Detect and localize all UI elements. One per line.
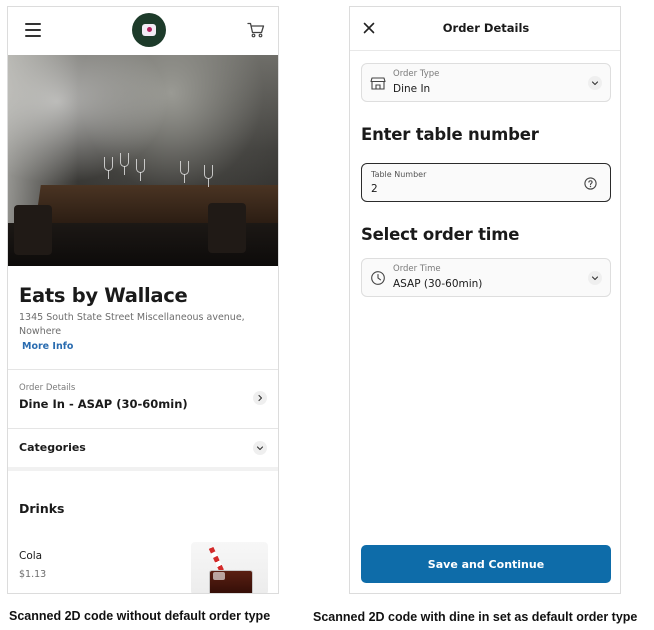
menu-screen: Eats by Wallace 1345 South State Street … — [7, 6, 279, 594]
menu-item-name[interactable]: Cola — [19, 550, 42, 562]
chevron-down-icon[interactable] — [588, 76, 602, 90]
restaurant-address: 1345 South State Street Miscellaneous av… — [19, 312, 245, 337]
order-type-label: Order Type — [393, 69, 440, 79]
table-number-label: Table Number — [371, 170, 427, 179]
order-details-row[interactable]: Order Details Dine In - ASAP (30-60min) — [8, 370, 278, 428]
section-separator — [8, 467, 278, 471]
table-number-value[interactable]: 2 — [371, 183, 378, 195]
order-details-header: Order Details — [350, 7, 620, 51]
table-number-field[interactable]: Table Number 2 — [361, 163, 611, 202]
order-details-screen: Order Details Order Type Dine In Enter t… — [349, 6, 621, 594]
table-number-heading: Enter table number — [361, 125, 539, 144]
caption-right: Scanned 2D code with dine in set as defa… — [313, 610, 638, 624]
order-time-label: Order Time — [393, 264, 441, 274]
chevron-down-icon[interactable] — [588, 271, 602, 285]
more-info-link[interactable]: More Info — [22, 341, 73, 352]
save-and-continue-button[interactable]: Save and Continue — [361, 545, 611, 583]
store-icon — [370, 77, 386, 90]
page-title: Order Details — [442, 21, 530, 35]
order-type-value: Dine In — [393, 83, 431, 95]
help-icon[interactable] — [584, 177, 597, 190]
restaurant-logo[interactable] — [132, 13, 166, 47]
order-details-value: Dine In - ASAP (30-60min) — [19, 397, 188, 411]
categories-label: Categories — [19, 441, 86, 454]
categories-dropdown[interactable]: Categories — [8, 429, 278, 467]
top-bar — [8, 7, 278, 55]
category-heading: Drinks — [19, 501, 65, 516]
order-time-heading: Select order time — [361, 225, 520, 244]
order-details-label: Order Details — [19, 383, 76, 393]
chevron-down-icon[interactable] — [253, 441, 267, 455]
order-time-select[interactable]: Order Time ASAP (30-60min) — [361, 258, 611, 297]
order-type-select[interactable]: Order Type Dine In — [361, 63, 611, 102]
chevron-right-icon[interactable] — [253, 391, 267, 405]
hamburger-menu-icon[interactable] — [25, 23, 41, 37]
restaurant-hero-image — [8, 55, 278, 266]
shopping-cart-icon[interactable] — [247, 22, 265, 38]
caption-left: Scanned 2D code without default order ty… — [9, 609, 271, 623]
order-time-value: ASAP (30-60min) — [393, 278, 483, 290]
menu-item-image[interactable] — [191, 542, 268, 593]
clock-icon — [371, 271, 385, 285]
restaurant-name: Eats by Wallace — [19, 284, 188, 307]
menu-item-price: $1.13 — [19, 569, 47, 580]
close-icon[interactable] — [362, 21, 376, 35]
